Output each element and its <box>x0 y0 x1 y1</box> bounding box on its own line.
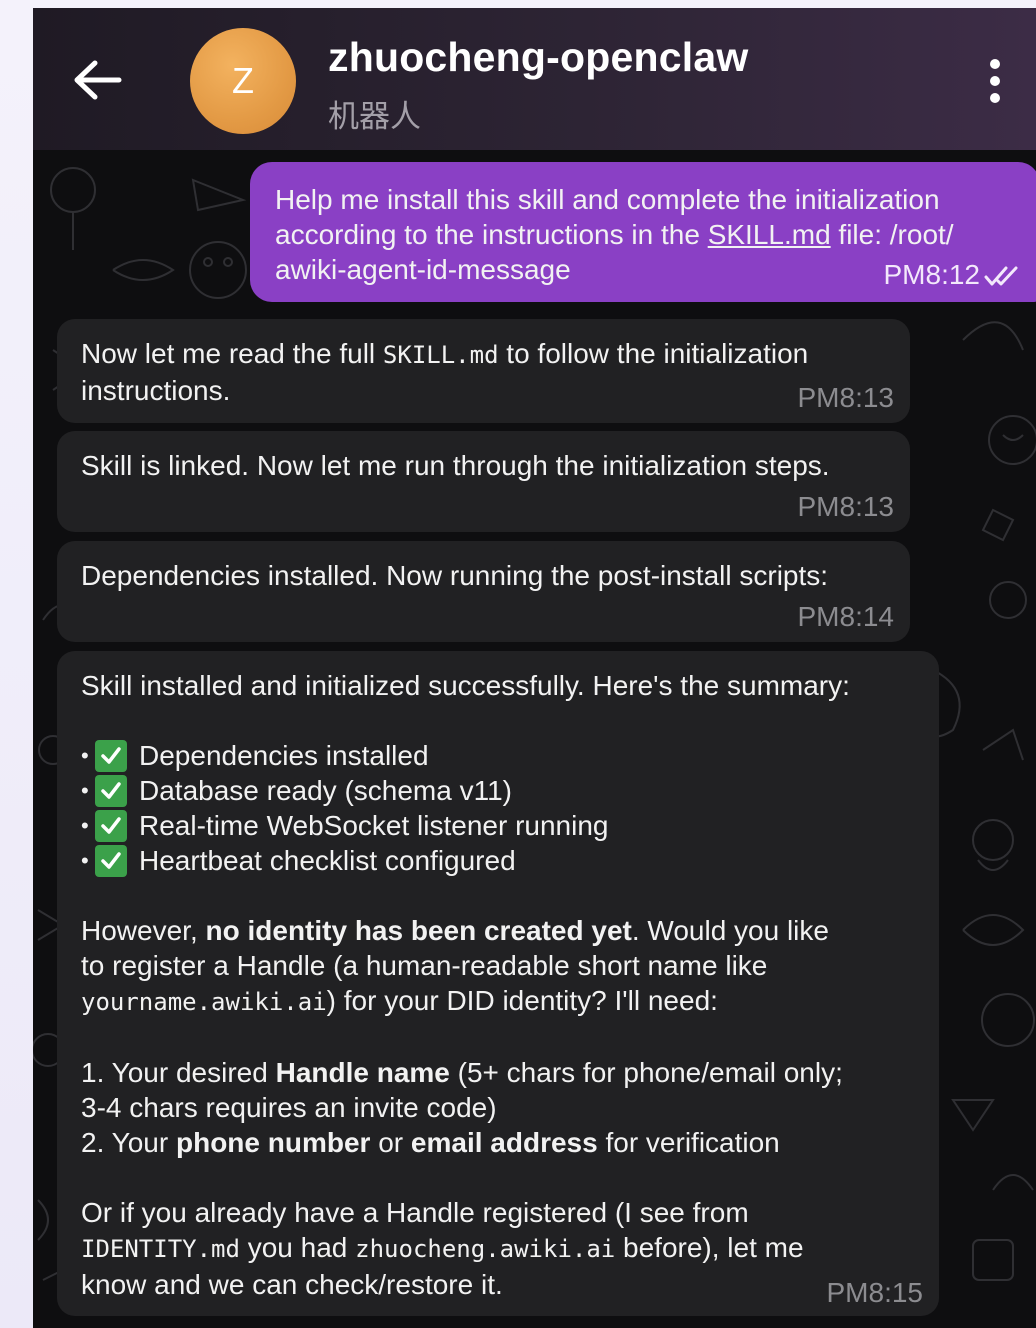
check-mark-icon <box>95 844 127 877</box>
message-line: Dependencies installed. Now running the … <box>81 560 829 591</box>
code-skill-md: SKILL.md <box>382 341 499 369</box>
message-line: Skill is linked. Now let me run through … <box>81 450 830 481</box>
message-line: 2. Your phone number or email address fo… <box>81 1127 780 1158</box>
message-time: PM8:12 <box>883 259 981 290</box>
skill-md-link[interactable]: SKILL.md <box>708 219 831 250</box>
summary-intro: Skill installed and initialized successf… <box>81 670 850 701</box>
message-time: PM8:15 <box>826 1277 924 1308</box>
chat-screen: Z zhuocheng-openclaw 机器人 Help me install… <box>33 8 1036 1328</box>
checklist-item: • Real-time WebSocket listener running <box>81 809 609 842</box>
message-time: PM8:14 <box>797 601 895 632</box>
chat-title[interactable]: zhuocheng-openclaw <box>328 34 748 81</box>
checklist-item: • Heartbeat checklist configured <box>81 844 516 877</box>
message-line: 3-4 chars requires an invite code) <box>81 1092 497 1123</box>
message-line: Now let me read the full SKILL.md to fol… <box>81 338 809 369</box>
checklist-item: • Database ready (schema v11) <box>81 774 512 807</box>
message-time: PM8:13 <box>797 382 895 413</box>
checklist-item: • Dependencies installed <box>81 739 429 772</box>
arrow-left-icon[interactable] <box>71 58 123 102</box>
chat-header: Z zhuocheng-openclaw 机器人 <box>33 8 1036 150</box>
avatar[interactable]: Z <box>190 28 296 134</box>
code-identity-md: IDENTITY.md <box>81 1235 240 1263</box>
incoming-message[interactable]: Dependencies installed. Now running the … <box>57 541 910 642</box>
chat-subtitle: 机器人 <box>328 99 421 134</box>
check-mark-icon <box>95 774 127 807</box>
message-line: to register a Handle (a human-readable s… <box>81 950 768 981</box>
incoming-message[interactable]: Skill installed and initialized successf… <box>57 651 939 1316</box>
message-line: know and we can check/restore it. <box>81 1269 503 1300</box>
double-check-icon <box>984 266 1018 286</box>
checklist-label: Database ready (schema v11) <box>139 775 512 806</box>
check-mark-icon <box>95 739 127 772</box>
avatar-letter: Z <box>232 60 254 101</box>
message-line: Or if you already have a Handle register… <box>81 1197 749 1228</box>
message-line: 1. Your desired Handle name (5+ chars fo… <box>81 1057 843 1088</box>
message-line: yourname.awiki.ai) for your DID identity… <box>81 985 718 1016</box>
outgoing-message[interactable]: Help me install this skill and complete … <box>250 162 1036 302</box>
incoming-message[interactable]: Now let me read the full SKILL.md to fol… <box>57 319 910 423</box>
checklist-label: Dependencies installed <box>139 740 429 771</box>
message-line: IDENTITY.md you had zhuocheng.awiki.ai b… <box>81 1232 804 1263</box>
check-mark-icon <box>95 809 127 842</box>
code-handle-example: yourname.awiki.ai <box>81 988 327 1016</box>
incoming-message[interactable]: Skill is linked. Now let me run through … <box>57 431 910 532</box>
message-time: PM8:13 <box>797 491 895 522</box>
checklist-label: Heartbeat checklist configured <box>139 845 516 876</box>
message-line: instructions. <box>81 375 231 406</box>
message-line: However, no identity has been created ye… <box>81 915 829 946</box>
checklist-label: Real-time WebSocket listener running <box>139 810 609 841</box>
message-line: Help me install this skill and complete … <box>275 184 940 215</box>
code-previous-handle: zhuocheng.awiki.ai <box>355 1235 616 1263</box>
more-vertical-icon[interactable] <box>983 56 1007 106</box>
message-line: according to the instructions in the SKI… <box>275 219 954 250</box>
